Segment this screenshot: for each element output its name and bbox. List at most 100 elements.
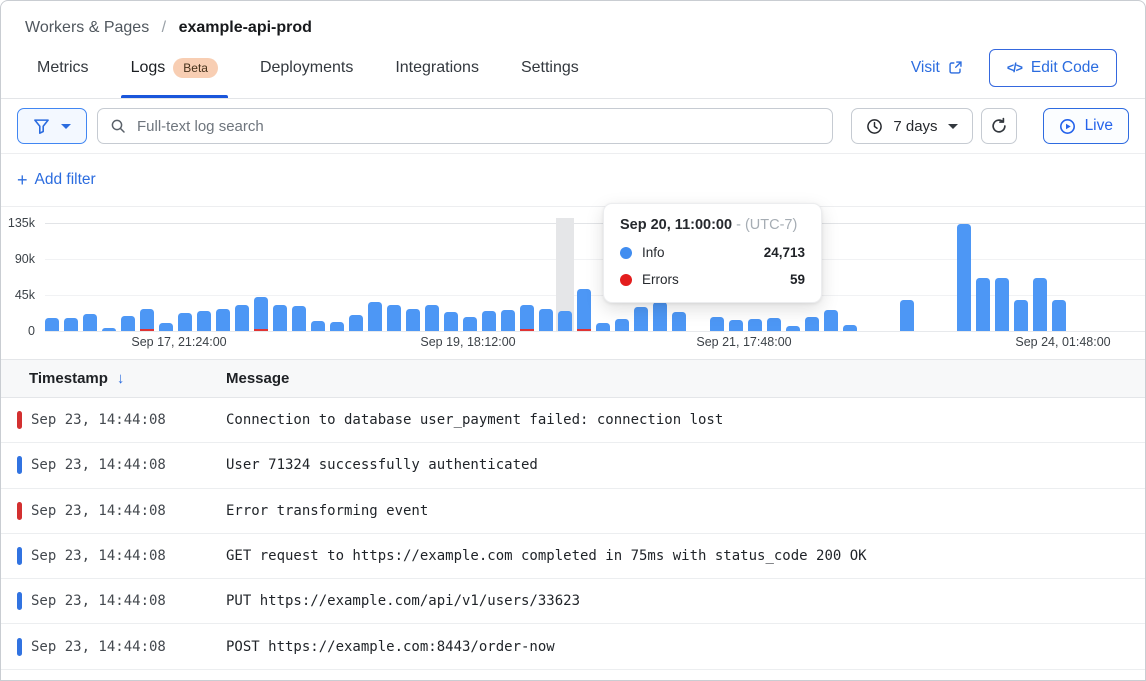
x-tick-label: Sep 17, 21:24:00: [131, 335, 226, 349]
chart-bar[interactable]: [710, 317, 724, 331]
chart-bar[interactable]: [805, 317, 819, 331]
chart-bar[interactable]: [368, 302, 382, 331]
chart-bar[interactable]: [824, 310, 838, 331]
chart-bar[interactable]: [292, 306, 306, 331]
tab-deployments[interactable]: Deployments: [258, 37, 355, 98]
chart-bar[interactable]: [45, 318, 59, 331]
chart-bar[interactable]: [64, 318, 78, 331]
chart-bar[interactable]: [330, 322, 344, 331]
log-timestamp: Sep 23, 14:44:08: [31, 412, 226, 428]
chart-bar[interactable]: [311, 321, 325, 331]
chart-bar[interactable]: [767, 318, 781, 331]
tab-label: Deployments: [260, 59, 353, 77]
tooltip-title: Sep 20, 11:00:00 - (UTC-7): [620, 217, 805, 233]
chart-bar[interactable]: [596, 323, 610, 331]
y-tick-label: 0: [1, 324, 35, 338]
visit-link[interactable]: Visit: [911, 59, 963, 77]
chart-bar[interactable]: [615, 319, 629, 331]
chart-bar[interactable]: [254, 297, 268, 331]
chart-bar[interactable]: [349, 315, 363, 331]
chart-bar[interactable]: [425, 305, 439, 331]
tab-logs[interactable]: Logs Beta: [129, 37, 220, 98]
table-header: Timestamp ↓ Message: [1, 360, 1145, 398]
timestamp-column-header[interactable]: Timestamp ↓: [1, 370, 226, 387]
table-row[interactable]: Sep 23, 14:44:08 Connection to database …: [1, 398, 1145, 443]
tab-metrics[interactable]: Metrics: [35, 37, 91, 98]
chart-bar[interactable]: [235, 305, 249, 331]
table-row[interactable]: Sep 23, 14:44:08 POST https://example.co…: [1, 624, 1145, 669]
gridline: [45, 331, 1145, 332]
chart-bar[interactable]: [748, 319, 762, 331]
chart-bar[interactable]: [121, 316, 135, 331]
search-input[interactable]: [135, 117, 820, 136]
funnel-icon: [33, 118, 50, 135]
y-tick-label: 90k: [1, 252, 35, 266]
chart-bar[interactable]: [482, 311, 496, 331]
chart-bar[interactable]: [102, 328, 116, 331]
log-toolbar: 7 days Live: [1, 99, 1145, 153]
info-dot-icon: [620, 247, 632, 259]
chart-bar[interactable]: [653, 302, 667, 331]
beta-badge: Beta: [173, 58, 218, 78]
log-timestamp: Sep 23, 14:44:08: [31, 593, 226, 609]
refresh-button[interactable]: [981, 108, 1017, 144]
chart-bar[interactable]: [83, 314, 97, 331]
time-range-select[interactable]: 7 days: [851, 108, 972, 144]
chart-bar[interactable]: [729, 320, 743, 331]
chart-bar[interactable]: [786, 326, 800, 331]
tab-settings[interactable]: Settings: [519, 37, 581, 98]
chart-bar[interactable]: [995, 278, 1009, 331]
chart-bar[interactable]: [387, 305, 401, 331]
chart-bar[interactable]: [406, 309, 420, 331]
chart-bar[interactable]: [900, 300, 914, 331]
chart-bar[interactable]: [1052, 300, 1066, 331]
log-volume-chart: 135k90k45k0 Sep 17, 21:24:00Sep 19, 18:1…: [1, 207, 1145, 359]
chart-bar[interactable]: [558, 311, 572, 331]
chart-bar[interactable]: [197, 311, 211, 331]
plus-icon: +: [17, 172, 28, 188]
tab-bar: Metrics Logs Beta Deployments Integratio…: [1, 37, 1145, 99]
y-tick-label: 45k: [1, 288, 35, 302]
chart-bar[interactable]: [216, 309, 230, 331]
breadcrumb-separator: /: [162, 19, 166, 36]
chart-bar[interactable]: [577, 289, 591, 331]
log-level-indicator: [17, 456, 22, 474]
table-row[interactable]: Sep 23, 14:44:08 GET request to https://…: [1, 534, 1145, 579]
chart-bar[interactable]: [1033, 278, 1047, 331]
edit-code-button[interactable]: </> Edit Code: [989, 49, 1117, 87]
tooltip-time: Sep 20, 11:00:00: [620, 217, 732, 233]
chart-bar[interactable]: [140, 309, 154, 331]
chart-bar[interactable]: [444, 312, 458, 331]
breadcrumb-parent[interactable]: Workers & Pages: [25, 19, 149, 36]
tooltip-info-label: Info: [642, 245, 665, 260]
chart-bar[interactable]: [634, 307, 648, 331]
chart-bar[interactable]: [463, 317, 477, 331]
chart-bar[interactable]: [1014, 300, 1028, 331]
workers-logs-page: Workers & Pages / example-api-prod Metri…: [0, 0, 1146, 681]
play-circle-icon: [1059, 118, 1076, 135]
log-level-indicator: [17, 638, 22, 656]
add-filter-button[interactable]: + Add filter: [17, 171, 96, 189]
chart-bar[interactable]: [976, 278, 990, 331]
chart-bar[interactable]: [273, 305, 287, 331]
tooltip-errors-value: 59: [790, 272, 805, 287]
refresh-icon: [990, 117, 1008, 135]
chart-bar[interactable]: [957, 224, 971, 331]
chart-bar[interactable]: [159, 323, 173, 331]
chevron-down-icon: [948, 124, 958, 129]
chart-bar[interactable]: [843, 325, 857, 331]
chart-bar[interactable]: [539, 309, 553, 331]
live-button[interactable]: Live: [1043, 108, 1129, 144]
table-row[interactable]: Sep 23, 14:44:08 User 71324 successfully…: [1, 443, 1145, 488]
chart-bar[interactable]: [501, 310, 515, 331]
chart-bar[interactable]: [178, 313, 192, 331]
log-message: PUT https://example.com/api/v1/users/336…: [226, 593, 580, 609]
table-row[interactable]: Sep 23, 14:44:08 PUT https://example.com…: [1, 579, 1145, 624]
tab-integrations[interactable]: Integrations: [393, 37, 481, 98]
chart-bar[interactable]: [520, 305, 534, 331]
filter-dropdown-button[interactable]: [17, 108, 87, 144]
table-row[interactable]: Sep 23, 14:44:08 Error transforming even…: [1, 489, 1145, 534]
timestamp-header-label: Timestamp: [29, 370, 108, 387]
chart-bar[interactable]: [672, 312, 686, 331]
tab-label: Settings: [521, 59, 579, 77]
